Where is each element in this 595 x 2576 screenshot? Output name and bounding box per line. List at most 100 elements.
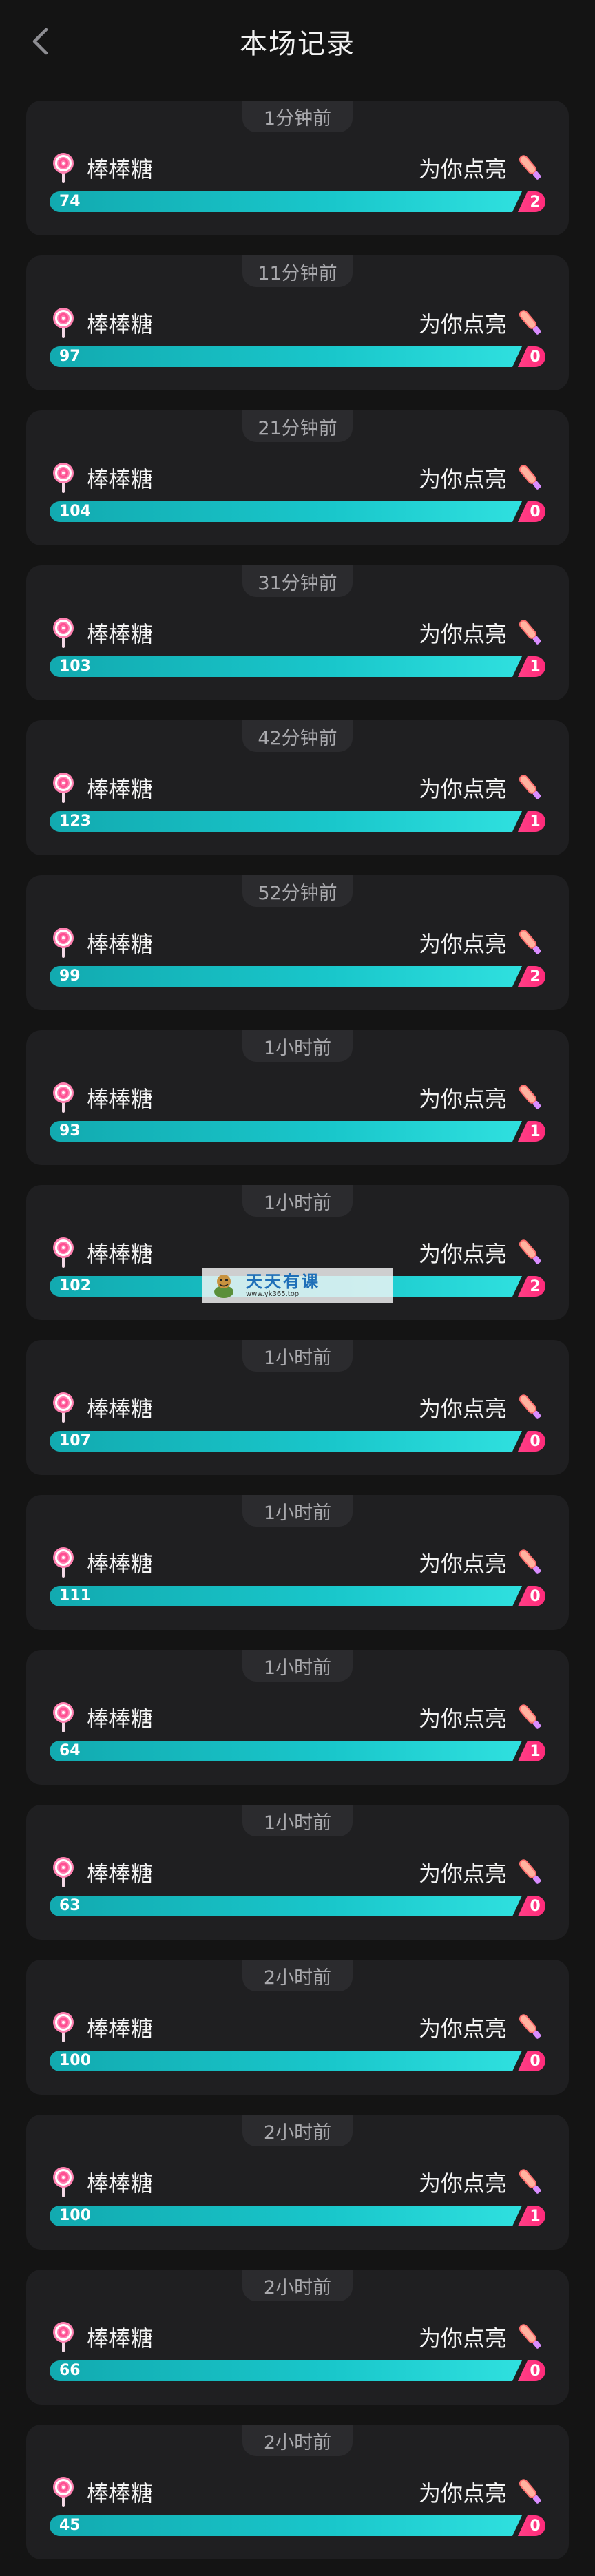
lollipop-icon (53, 308, 74, 338)
cheer-label: 为你点亮 (418, 621, 507, 647)
gift-name: 棒棒糖 (87, 1086, 154, 1112)
page-title: 本场记录 (240, 28, 355, 60)
score-bar-row: 111 0 (50, 1586, 545, 1606)
lollipop-icon (53, 2322, 74, 2352)
glow-stick-icon (519, 2479, 541, 2504)
count-badge: 1 (518, 1741, 545, 1761)
time-label: 1小时前 (242, 1185, 353, 1217)
score-bar-row: 74 2 (50, 191, 545, 212)
gift-name: 棒棒糖 (87, 1396, 154, 1422)
cheer-label: 为你点亮 (418, 466, 507, 492)
lollipop-icon (53, 2477, 74, 2507)
score-bar-row: 100 0 (50, 2051, 545, 2071)
count-badge: 1 (518, 811, 545, 832)
count-badge: 0 (518, 1896, 545, 1916)
gift-name: 棒棒糖 (87, 931, 154, 957)
score-bar: 74 (50, 191, 522, 212)
gift-name: 棒棒糖 (87, 1551, 154, 1577)
cheer-label: 为你点亮 (418, 2325, 507, 2352)
glow-stick-icon (519, 775, 541, 799)
score-bar-row: 64 1 (50, 1741, 545, 1761)
record-card: 2小时前 棒棒糖 为你点亮 66 0 (26, 2270, 569, 2405)
lollipop-icon (53, 773, 74, 803)
score-value: 64 (59, 1742, 81, 1759)
score-bar: 64 (50, 1741, 522, 1761)
count-badge: 1 (518, 1121, 545, 1142)
gift-name: 棒棒糖 (87, 2170, 154, 2197)
score-value: 97 (59, 348, 81, 365)
score-bar: 66 (50, 2360, 522, 2381)
count-value: 0 (530, 2362, 541, 2380)
score-bar: 100 (50, 2051, 522, 2071)
record-row: 棒棒糖 为你点亮 (50, 614, 545, 652)
record-card: 2小时前 棒棒糖 为你点亮 45 0 (26, 2425, 569, 2559)
cheer-label: 为你点亮 (418, 931, 507, 957)
gift-name: 棒棒糖 (87, 621, 154, 647)
lollipop-icon (53, 1237, 74, 1268)
lollipop-icon (53, 153, 74, 183)
score-bar-row: 107 0 (50, 1431, 545, 1452)
gift-name: 棒棒糖 (87, 466, 154, 492)
record-card: 21分钟前 棒棒糖 为你点亮 104 0 (26, 410, 569, 545)
cheer-label: 为你点亮 (418, 1861, 507, 1887)
lollipop-icon (53, 1857, 74, 1887)
cheer-label: 为你点亮 (418, 156, 507, 182)
count-value: 0 (530, 1587, 541, 1605)
count-badge: 0 (518, 501, 545, 522)
count-value: 1 (530, 813, 541, 830)
time-label: 1小时前 (242, 1805, 353, 1836)
count-badge: 0 (518, 1431, 545, 1452)
glow-stick-icon (519, 1704, 541, 1729)
cheer-label: 为你点亮 (418, 2170, 507, 2197)
score-value: 45 (59, 2517, 81, 2534)
count-badge: 0 (518, 2515, 545, 2536)
gift-name: 棒棒糖 (87, 1861, 154, 1887)
lollipop-icon (53, 618, 74, 648)
gift-name: 棒棒糖 (87, 2325, 154, 2352)
lollipop-icon (53, 928, 74, 958)
record-row: 棒棒糖 为你点亮 (50, 1698, 545, 1737)
score-value: 123 (59, 813, 91, 830)
gift-name: 棒棒糖 (87, 2480, 154, 2506)
count-value: 2 (530, 1277, 541, 1295)
count-value: 2 (530, 193, 541, 211)
count-badge: 0 (518, 346, 545, 367)
time-label: 42分钟前 (242, 720, 353, 752)
score-bar: 100 (50, 2206, 522, 2226)
record-row: 棒棒糖 为你点亮 (50, 768, 545, 807)
time-label: 1小时前 (242, 1650, 353, 1682)
watermark-sub: www.yk365.top (246, 1290, 300, 1298)
gift-name: 棒棒糖 (87, 156, 154, 182)
gift-name: 棒棒糖 (87, 776, 154, 802)
score-bar-row: 93 1 (50, 1121, 545, 1142)
watermark-text: 天天有课 www.yk365.top (246, 1273, 320, 1299)
time-label: 1小时前 (242, 1495, 353, 1527)
score-bar: 104 (50, 501, 522, 522)
time-label: 1分钟前 (242, 101, 353, 132)
glow-stick-icon (519, 465, 541, 490)
glow-stick-icon (519, 930, 541, 954)
record-card: 42分钟前 棒棒糖 为你点亮 123 1 (26, 720, 569, 855)
count-value: 0 (530, 1897, 541, 1915)
time-label: 2小时前 (242, 1960, 353, 1991)
record-page: 本场记录 1分钟前 棒棒糖 为你点亮 74 2 1 1分钟前 棒棒糖 为你点亮 9… (0, 0, 595, 2576)
score-bar: 97 (50, 346, 522, 367)
glow-stick-icon (519, 155, 541, 180)
back-button[interactable] (19, 21, 61, 62)
score-value: 63 (59, 1897, 81, 1914)
glow-stick-icon (519, 620, 541, 645)
record-row: 棒棒糖 为你点亮 (50, 2318, 545, 2356)
record-card: 52分钟前 棒棒糖 为你点亮 99 2 (26, 875, 569, 1010)
score-bar: 63 (50, 1896, 522, 1916)
count-badge: 2 (518, 1276, 545, 1297)
gift-name: 棒棒糖 (87, 2015, 154, 2042)
record-card: 1分钟前 棒棒糖 为你点亮 74 2 (26, 101, 569, 235)
time-label: 52分钟前 (242, 875, 353, 907)
lollipop-icon (53, 2167, 74, 2197)
score-value: 107 (59, 1432, 91, 1449)
cheer-label: 为你点亮 (418, 311, 507, 337)
score-bar: 99 (50, 966, 522, 987)
record-row: 棒棒糖 为你点亮 (50, 923, 545, 962)
record-row: 棒棒糖 为你点亮 (50, 1233, 545, 1272)
count-value: 0 (530, 503, 541, 521)
